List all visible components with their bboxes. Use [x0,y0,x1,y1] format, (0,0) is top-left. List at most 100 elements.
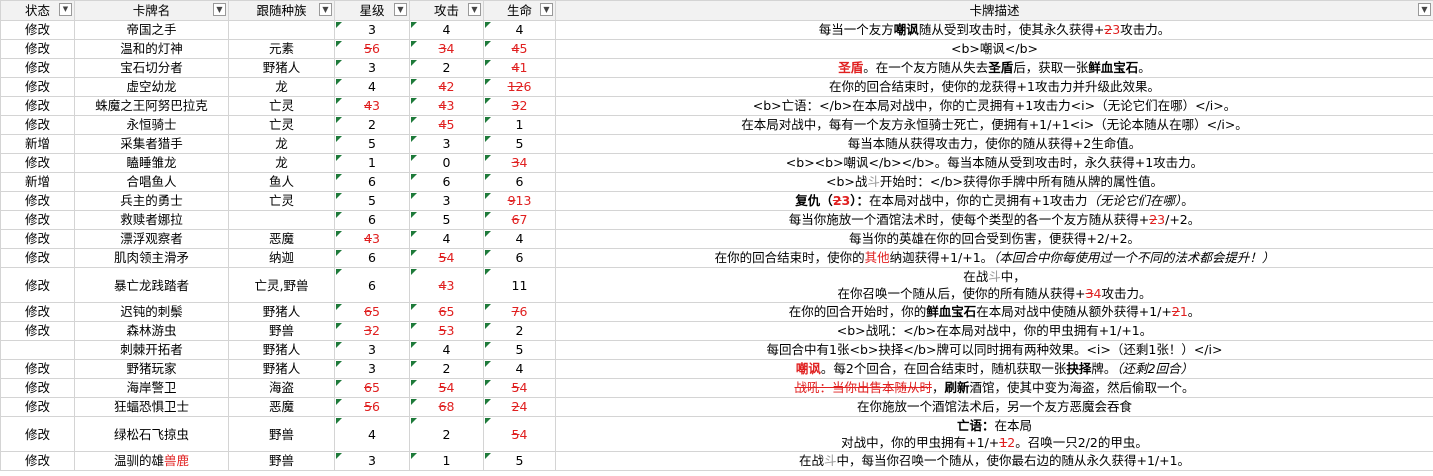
cell-star[interactable]: 3 [334,359,410,379]
filter-dropdown-icon[interactable]: ▼ [468,3,481,16]
cell-star[interactable]: 3 [334,58,410,78]
table-row[interactable]: 修改 温驯的雄兽鹿 野兽 3 1 5 在战斗中，每当你召唤一个随从，使你最右边的… [0,451,1433,471]
cell-tribe[interactable] [228,20,335,40]
cell-health[interactable]: 6 [483,248,556,268]
cell-desc[interactable]: 每回合中有1张<b>抉择</b>牌可以同时拥有两种效果。<i>（还剩1张！）</… [555,340,1433,360]
cell-attack[interactable]: 68 [409,397,484,417]
cell-desc[interactable]: 每当你的英雄在你的回合受到伤害，便获得+2/+2。 [555,229,1433,249]
cell-health[interactable]: 34 [483,153,556,173]
filter-dropdown-icon[interactable]: ▼ [1418,3,1431,16]
cell-star[interactable]: 32 [334,321,410,341]
filter-dropdown-icon[interactable]: ▼ [213,3,226,16]
cell-attack[interactable]: 4 [409,340,484,360]
table-row[interactable]: 修改 绿松石飞掠虫 野兽 4 2 54 亡语：在本局 对战中，你的甲虫拥有+1/+… [0,416,1433,452]
table-row[interactable]: 新增 采集者猎手 龙 5 3 5 每当本随从获得攻击力，使你的随从获得+2生命值… [0,134,1433,154]
cell-desc[interactable]: 在本局对战中，每有一个友方永恒骑士死亡，便拥有+1/+1<i>（无论本随从在哪）… [555,115,1433,135]
cell-health[interactable]: 5 [483,340,556,360]
cell-attack[interactable]: 43 [409,267,484,303]
cell-tribe[interactable]: 纳迦 [228,248,335,268]
cell-tribe[interactable]: 龙 [228,134,335,154]
cell-tribe[interactable]: 野猪人 [228,302,335,322]
cell-desc[interactable]: 嘲讽。每2个回合，在回合结束时，随机获取一张抉择牌。（还剩2回合） [555,359,1433,379]
cell-tribe[interactable]: 亡灵 [228,115,335,135]
cell-name[interactable]: 兵主的勇士 [74,191,229,211]
table-row[interactable]: 修改 虚空幼龙 龙 4 42 126 在你的回合结束时，使你的龙获得+1攻击力并… [0,77,1433,97]
cell-status[interactable]: 修改 [0,397,75,417]
table-row[interactable]: 修改 漂浮观察者 恶魔 43 4 4 每当你的英雄在你的回合受到伤害，便获得+2… [0,229,1433,249]
cell-status[interactable]: 修改 [0,416,75,452]
cell-attack[interactable]: 2 [409,416,484,452]
cell-health[interactable]: 41 [483,58,556,78]
cell-health[interactable]: 4 [483,229,556,249]
cell-health[interactable]: 54 [483,378,556,398]
cell-attack[interactable]: 54 [409,248,484,268]
cell-name[interactable]: 合唱鱼人 [74,172,229,192]
cell-health[interactable]: 6 [483,172,556,192]
cell-status[interactable]: 修改 [0,77,75,97]
cell-desc[interactable]: 在你施放一个酒馆法术后，另一个友方恶魔会吞食 [555,397,1433,417]
cell-tribe[interactable]: 亡灵 [228,191,335,211]
cell-star[interactable]: 3 [334,20,410,40]
table-row[interactable]: 修改 兵主的勇士 亡灵 5 3 913 复仇（23）：在本局对战中，你的亡灵拥有… [0,191,1433,211]
filter-dropdown-icon[interactable]: ▼ [540,3,553,16]
cell-tribe[interactable]: 亡灵 [228,96,335,116]
cell-desc[interactable]: <b>战斗开始时：</b>获得你手牌中所有随从牌的属性值。 [555,172,1433,192]
cell-name[interactable]: 迟钝的刺鬃 [74,302,229,322]
filter-active-icon[interactable]: ▼ [59,3,72,16]
cell-star[interactable]: 5 [334,191,410,211]
cell-name[interactable]: 温和的灯神 [74,39,229,59]
cell-desc[interactable]: 复仇（23）：在本局对战中，你的亡灵拥有+1攻击力（无论它们在哪）。 [555,191,1433,211]
cell-status[interactable]: 新增 [0,134,75,154]
cell-status[interactable]: 修改 [0,321,75,341]
cell-desc[interactable]: 每当本随从获得攻击力，使你的随从获得+2生命值。 [555,134,1433,154]
cell-attack[interactable]: 2 [409,58,484,78]
cell-attack[interactable]: 43 [409,96,484,116]
cell-status[interactable]: 修改 [0,115,75,135]
cell-tribe[interactable]: 野猪人 [228,359,335,379]
cell-name[interactable]: 蛛魔之王阿努巴拉克 [74,96,229,116]
cell-desc[interactable]: 在战斗中，每当你召唤一个随从，使你最右边的随从永久获得+1/+1。 [555,451,1433,471]
cell-name[interactable]: 采集者猎手 [74,134,229,154]
cell-attack[interactable]: 5 [409,210,484,230]
cell-status[interactable]: 修改 [0,451,75,471]
cell-tribe[interactable]: 龙 [228,153,335,173]
cell-attack[interactable]: 2 [409,359,484,379]
cell-name[interactable]: 海岸警卫 [74,378,229,398]
cell-star[interactable]: 65 [334,378,410,398]
cell-desc[interactable]: 战吼：当你出售本随从时，刷新酒馆，使其中变为海盗，然后偷取一个。 [555,378,1433,398]
cell-tribe[interactable]: 龙 [228,77,335,97]
cell-health[interactable]: 67 [483,210,556,230]
cell-desc[interactable]: 在战斗中， 在你召唤一个随从后，使你的所有随从获得+34攻击力。 [555,267,1433,303]
cell-star[interactable]: 3 [334,451,410,471]
cell-attack[interactable]: 4 [409,20,484,40]
cell-tribe[interactable]: 亡灵,野兽 [228,267,335,303]
cell-star[interactable]: 5 [334,134,410,154]
table-row[interactable]: 修改 狂蝠恐惧卫士 恶魔 56 68 24 在你施放一个酒馆法术后，另一个友方恶… [0,397,1433,417]
cell-tribe[interactable]: 鱼人 [228,172,335,192]
table-row[interactable]: 修改 森林游虫 野兽 32 53 2 <b>战吼：</b>在本局对战中，你的甲虫… [0,321,1433,341]
cell-star[interactable]: 56 [334,397,410,417]
table-row[interactable]: 修改 海岸警卫 海盗 65 54 54 战吼：当你出售本随从时，刷新酒馆，使其中… [0,378,1433,398]
cell-tribe[interactable]: 野兽 [228,451,335,471]
cell-name[interactable]: 狂蝠恐惧卫士 [74,397,229,417]
cell-name[interactable]: 永恒骑士 [74,115,229,135]
cell-tribe[interactable]: 野兽 [228,416,335,452]
cell-star[interactable]: 6 [334,172,410,192]
cell-health[interactable]: 5 [483,134,556,154]
cell-health[interactable]: 24 [483,397,556,417]
cell-status[interactable]: 修改 [0,359,75,379]
cell-name[interactable]: 帝国之手 [74,20,229,40]
cell-attack[interactable]: 3 [409,134,484,154]
cell-attack[interactable]: 65 [409,302,484,322]
table-row[interactable]: 修改 救赎者娜拉 6 5 67 每当你施放一个酒馆法术时，使每个类型的各一个友方… [0,210,1433,230]
filter-dropdown-icon[interactable]: ▼ [319,3,332,16]
cell-name[interactable]: 野猪玩家 [74,359,229,379]
cell-status[interactable]: 修改 [0,378,75,398]
table-row[interactable]: 修改 肌肉领主滑矛 纳迦 6 54 6 在你的回合结束时，使你的其他纳迦获得+1… [0,248,1433,268]
cell-attack[interactable]: 0 [409,153,484,173]
cell-desc[interactable]: 每当一个友方嘲讽随从受到攻击时，使其永久获得+23攻击力。 [555,20,1433,40]
cell-tribe[interactable]: 野猪人 [228,58,335,78]
cell-desc[interactable]: 圣盾。在一个友方随从失去圣盾后，获取一张鲜血宝石。 [555,58,1433,78]
cell-attack[interactable]: 4 [409,229,484,249]
cell-tribe[interactable]: 元素 [228,39,335,59]
